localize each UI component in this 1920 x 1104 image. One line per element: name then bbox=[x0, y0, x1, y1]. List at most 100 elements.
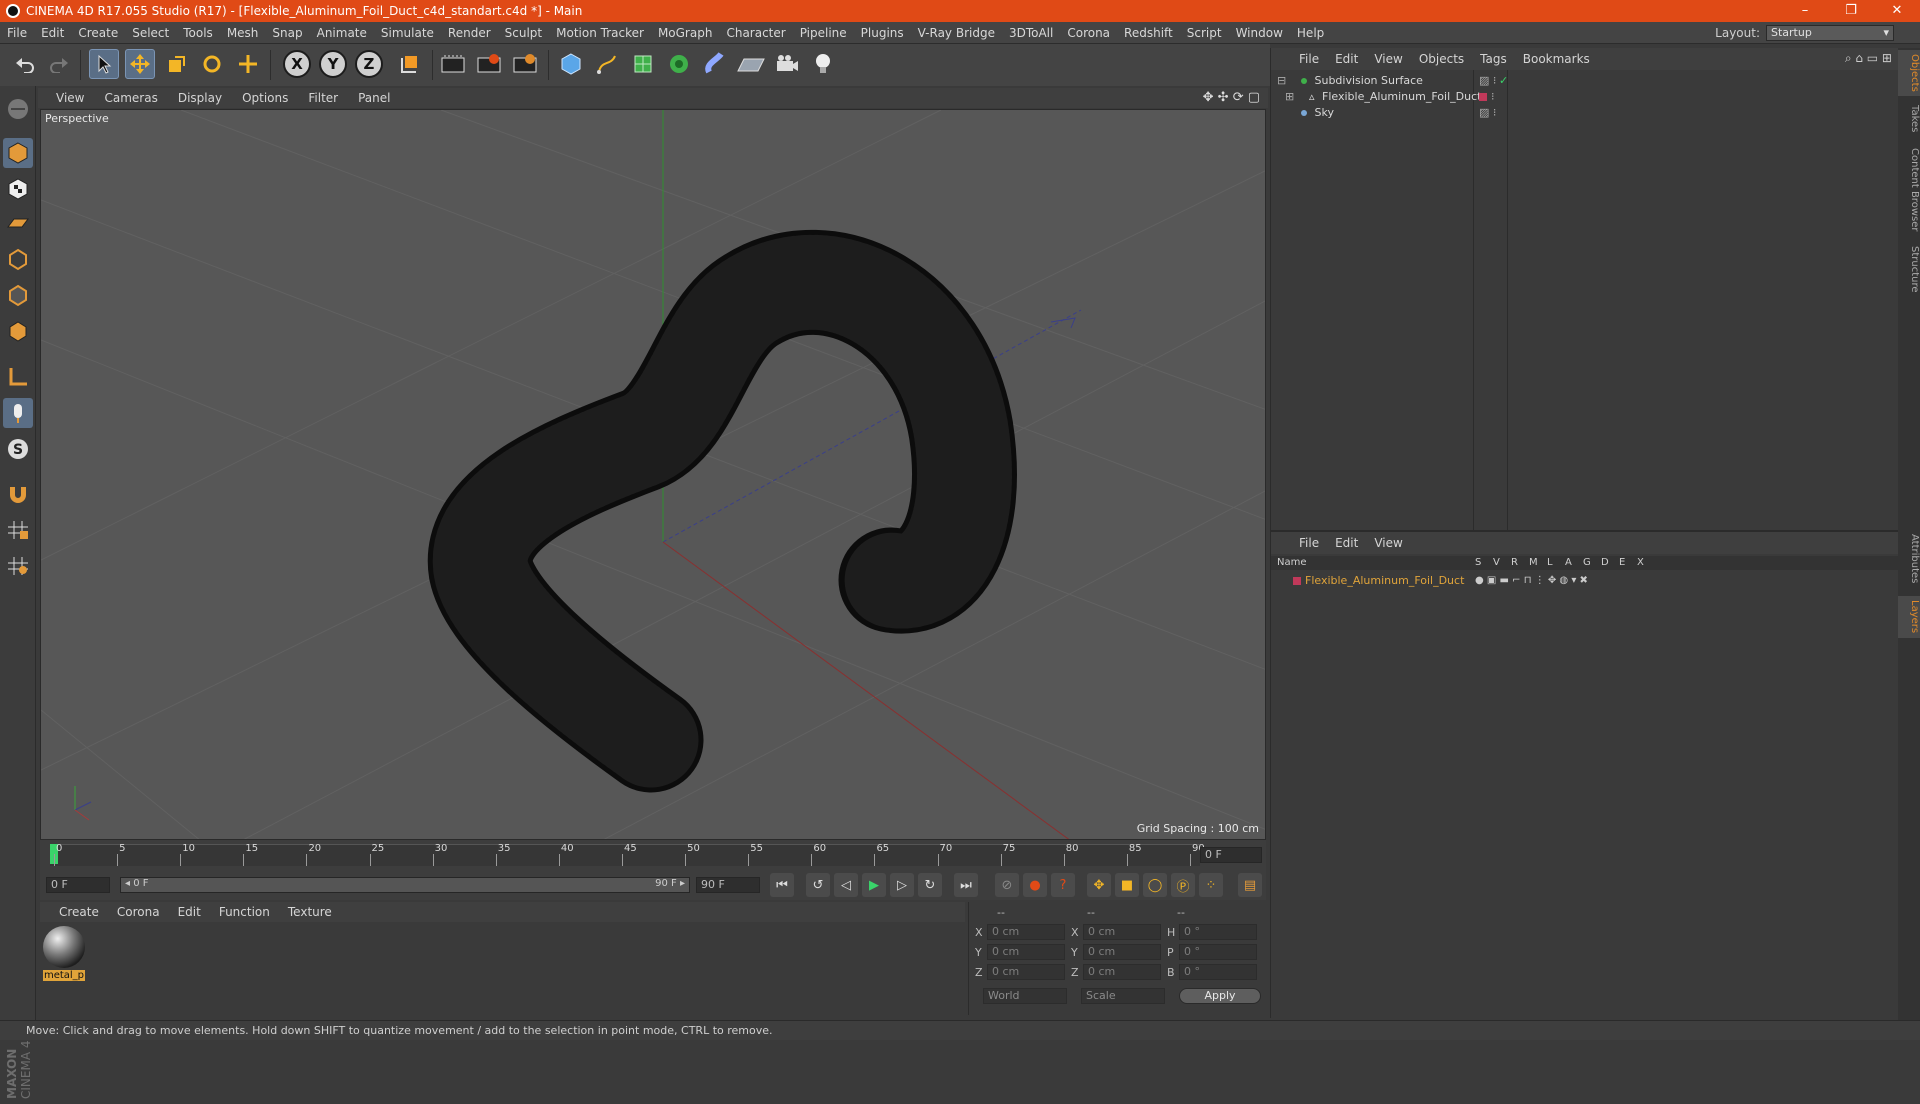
y-axis-icon[interactable]: Y bbox=[318, 49, 348, 79]
material-menu-create[interactable]: Create bbox=[50, 905, 108, 919]
menu-animate[interactable]: Animate bbox=[310, 26, 374, 40]
model-mode-icon[interactable] bbox=[3, 138, 33, 168]
record-disabled-icon[interactable]: ⊘ bbox=[995, 873, 1019, 897]
menu-file[interactable]: File bbox=[0, 26, 34, 40]
material-swatch[interactable]: metal_p bbox=[43, 926, 85, 986]
menu-mograph[interactable]: MoGraph bbox=[651, 26, 720, 40]
tab-layers[interactable]: Layers bbox=[1898, 596, 1920, 638]
object-manager-search-icon[interactable]: ⌕ ⌂ ▭ ⊞ bbox=[1845, 51, 1892, 66]
layer-col-s[interactable]: S bbox=[1475, 556, 1481, 570]
minimize-button[interactable]: – bbox=[1782, 0, 1828, 22]
coord-size-x-field[interactable]: 0 cm bbox=[1083, 924, 1161, 940]
coord-size-z-field[interactable]: 0 cm bbox=[1083, 964, 1161, 980]
cube-icon[interactable] bbox=[556, 49, 586, 79]
layer-col-d[interactable]: D bbox=[1601, 556, 1609, 570]
deformer-icon[interactable] bbox=[700, 49, 730, 79]
apply-button[interactable]: Apply bbox=[1179, 988, 1261, 1004]
menu-select[interactable]: Select bbox=[125, 26, 176, 40]
layer-col-m[interactable]: M bbox=[1529, 556, 1538, 570]
polygons-mode-icon[interactable] bbox=[3, 316, 33, 346]
tab-attributes[interactable]: Attributes bbox=[1898, 530, 1920, 588]
layer-col-x[interactable]: X bbox=[1637, 556, 1644, 570]
light-icon[interactable] bbox=[808, 49, 838, 79]
coord-pos-x-field[interactable]: 0 cm bbox=[987, 924, 1065, 940]
viewport-nav-icons[interactable]: ✥ ✣ ⟳ ▢ bbox=[1203, 90, 1260, 105]
tweak-mode-icon[interactable] bbox=[3, 398, 33, 428]
menu-mesh[interactable]: Mesh bbox=[220, 26, 266, 40]
object-menu-bookmarks[interactable]: Bookmarks bbox=[1515, 52, 1598, 66]
key-param-icon[interactable]: Ⓟ bbox=[1171, 873, 1195, 897]
camera-icon[interactable] bbox=[772, 49, 802, 79]
coordinate-system-icon[interactable] bbox=[394, 49, 424, 79]
workplane-mode-icon[interactable] bbox=[3, 208, 33, 238]
coord-mode-dropdown[interactable]: Scale bbox=[1081, 988, 1165, 1004]
edit-render-settings-icon[interactable] bbox=[510, 49, 540, 79]
current-frame-field[interactable]: 0 F bbox=[1200, 847, 1262, 863]
coord-space-dropdown[interactable]: World bbox=[983, 988, 1067, 1004]
coord-size-y-field[interactable]: 0 cm bbox=[1083, 944, 1161, 960]
layer-col-v[interactable]: V bbox=[1493, 556, 1500, 570]
menu-vray-bridge[interactable]: V-Ray Bridge bbox=[911, 26, 1002, 40]
viewport-menu-cameras[interactable]: Cameras bbox=[94, 91, 167, 105]
menu-create[interactable]: Create bbox=[71, 26, 125, 40]
layer-menu-view[interactable]: View bbox=[1366, 536, 1410, 550]
lock-grid-icon[interactable] bbox=[3, 514, 33, 544]
layer-col-r[interactable]: R bbox=[1511, 556, 1518, 570]
viewport-menu-filter[interactable]: Filter bbox=[298, 91, 348, 105]
menu-tools[interactable]: Tools bbox=[176, 26, 220, 40]
prev-frame-icon[interactable]: ◁ bbox=[834, 873, 858, 897]
layer-col-l[interactable]: L bbox=[1547, 556, 1553, 570]
play-icon[interactable]: ▶ bbox=[862, 873, 886, 897]
material-menu-corona[interactable]: Corona bbox=[108, 905, 169, 919]
object-row-sky[interactable]: Sky ▨ ⁝ bbox=[1271, 104, 1873, 122]
tab-structure[interactable]: Structure bbox=[1898, 244, 1920, 294]
material-menu-texture[interactable]: Texture bbox=[279, 905, 341, 919]
menu-script[interactable]: Script bbox=[1180, 26, 1229, 40]
menu-window[interactable]: Window bbox=[1229, 26, 1290, 40]
viewport-menu-panel[interactable]: Panel bbox=[348, 91, 400, 105]
layer-col-e[interactable]: E bbox=[1619, 556, 1625, 570]
layer-color-swatch[interactable] bbox=[1293, 577, 1301, 585]
floor-icon[interactable] bbox=[736, 49, 766, 79]
key-scale-icon[interactable]: ■ bbox=[1115, 873, 1139, 897]
array-icon[interactable] bbox=[664, 49, 694, 79]
coord-rot-b-field[interactable]: 0 ° bbox=[1179, 964, 1257, 980]
viewport-menu-view[interactable]: View bbox=[46, 91, 94, 105]
render-picture-viewer-icon[interactable] bbox=[474, 49, 504, 79]
maximize-button[interactable]: ❐ bbox=[1828, 0, 1874, 22]
texture-mode-icon[interactable] bbox=[3, 174, 33, 204]
select-arrow-icon[interactable] bbox=[89, 49, 119, 79]
make-editable-icon[interactable] bbox=[3, 94, 33, 124]
key-pla-icon[interactable]: ⁘ bbox=[1199, 873, 1223, 897]
object-menu-view[interactable]: View bbox=[1366, 52, 1410, 66]
z-axis-icon[interactable]: Z bbox=[354, 49, 384, 79]
subdivision-icon[interactable] bbox=[628, 49, 658, 79]
menu-redshift[interactable]: Redshift bbox=[1117, 26, 1180, 40]
coord-pos-y-field[interactable]: 0 cm bbox=[987, 944, 1065, 960]
move-all-icon[interactable] bbox=[233, 49, 263, 79]
layer-color-swatch[interactable] bbox=[1479, 93, 1487, 101]
start-frame-field[interactable]: 0 F bbox=[46, 877, 110, 893]
menu-3dtoall[interactable]: 3DToAll bbox=[1002, 26, 1060, 40]
menu-simulate[interactable]: Simulate bbox=[374, 26, 441, 40]
timeline-ruler[interactable]: 0 5 10 15 20 25 30 35 40 45 50 55 60 65 70 75 80 85 90 0 F bbox=[40, 840, 1266, 870]
edges-mode-icon[interactable] bbox=[3, 280, 33, 310]
snap-icon[interactable]: S bbox=[3, 434, 33, 464]
menu-sculpt[interactable]: Sculpt bbox=[498, 26, 549, 40]
menu-plugins[interactable]: Plugins bbox=[854, 26, 911, 40]
coord-rot-p-field[interactable]: 0 ° bbox=[1179, 944, 1257, 960]
menu-snap[interactable]: Snap bbox=[265, 26, 309, 40]
coord-rot-h-field[interactable]: 0 ° bbox=[1179, 924, 1257, 940]
x-axis-icon[interactable]: X bbox=[282, 49, 312, 79]
layer-flag-icons[interactable]: ● ▣ ▬ ⌐ ⊓ ⋮ ✥ ◍ ▾ ✖ bbox=[1475, 572, 1588, 590]
move-icon[interactable] bbox=[125, 49, 155, 79]
goto-start-icon[interactable]: ⏮ bbox=[770, 873, 794, 897]
menu-edit[interactable]: Edit bbox=[34, 26, 71, 40]
viewport-menu-display[interactable]: Display bbox=[168, 91, 232, 105]
magnet-icon[interactable] bbox=[3, 478, 33, 508]
next-key-icon[interactable]: ↻ bbox=[918, 873, 942, 897]
close-button[interactable]: ✕ bbox=[1874, 0, 1920, 22]
autokey-icon[interactable]: ? bbox=[1051, 873, 1075, 897]
coord-pos-z-field[interactable]: 0 cm bbox=[987, 964, 1065, 980]
menu-corona[interactable]: Corona bbox=[1060, 26, 1117, 40]
